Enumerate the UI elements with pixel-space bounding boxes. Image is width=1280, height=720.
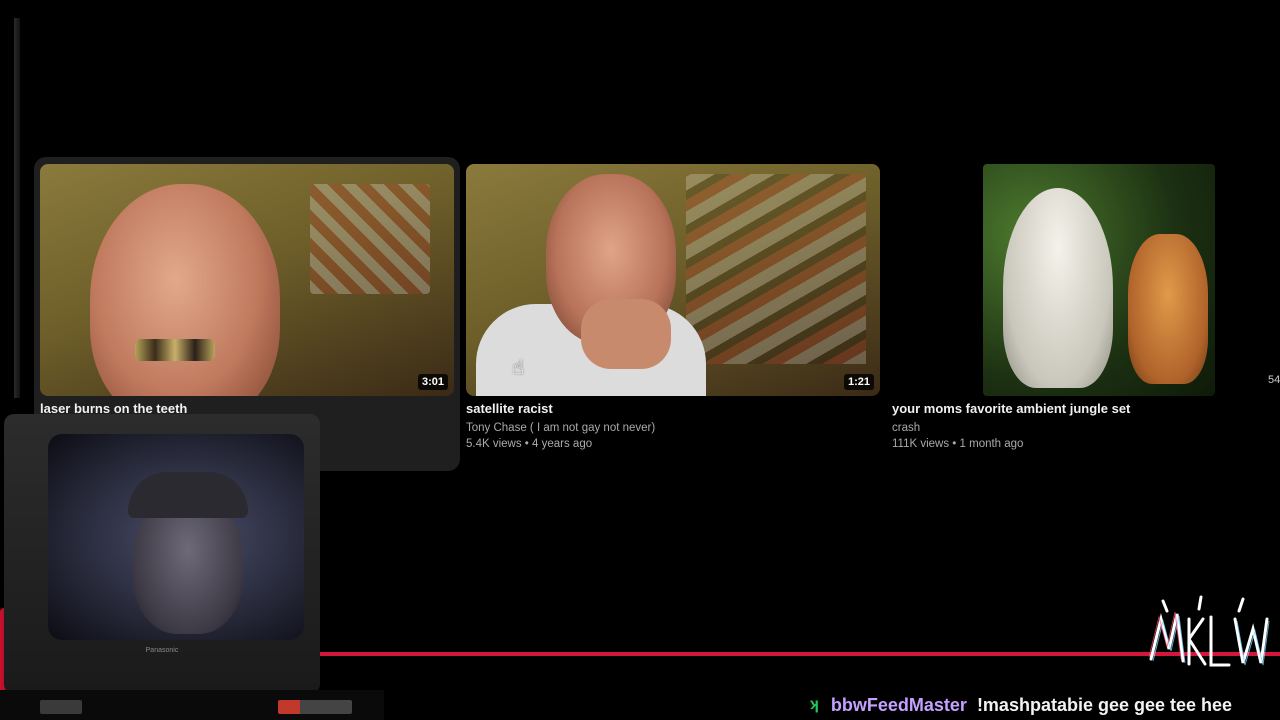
video-duration: 1:21 — [843, 374, 874, 390]
video-channel-2[interactable]: Tony Chase ( I am not gay not never) — [466, 422, 655, 434]
video-thumbnail-2[interactable]: 1:21 — [466, 164, 880, 396]
logo-graphic-icon — [1148, 595, 1270, 667]
thumbnail-pointing-hand — [581, 299, 671, 369]
thumbnail-face — [90, 184, 280, 396]
tv-control-panel — [40, 700, 82, 714]
mouse-cursor-icon: ☝ — [512, 357, 525, 379]
webcam-feed — [48, 434, 304, 640]
video-title-3[interactable]: your moms favorite ambient jungle set — [892, 401, 1130, 416]
thumbnail-detail — [686, 174, 866, 364]
video-channel-3[interactable]: crash — [892, 422, 920, 434]
chat-message: ʞ bbwFeedMaster !mashpatabie gee gee tee… — [810, 692, 1232, 718]
webcam-tv-frame: Panasonic — [4, 414, 320, 694]
streamer-logo — [1140, 586, 1276, 692]
kick-icon: ʞ — [810, 696, 819, 713]
thumbnail-statue — [1003, 188, 1113, 388]
stream-scene: 3:01 laser burns on the teeth 1:21 satel… — [0, 0, 1280, 720]
thumbnail-detail — [310, 184, 430, 294]
accent-divider-line — [320, 652, 1280, 656]
thumbnail-cat — [1128, 234, 1208, 384]
video-duration: 3:01 — [417, 374, 448, 390]
video-thumbnail-1[interactable]: 3:01 — [40, 164, 454, 396]
offscreen-duration: 54 — [1268, 374, 1280, 386]
tv-brand-label: Panasonic — [145, 647, 179, 654]
thumbnail-teeth — [135, 339, 215, 361]
video-thumbnail-3[interactable] — [983, 164, 1215, 396]
chat-username[interactable]: bbwFeedMaster — [831, 695, 967, 716]
tv-indicator — [278, 700, 352, 714]
video-meta-3: 111K views • 1 month ago — [892, 438, 1024, 450]
webcam-cap — [128, 472, 248, 518]
video-title-2[interactable]: satellite racist — [466, 401, 553, 416]
video-meta-2: 5.4K views • 4 years ago — [466, 438, 593, 450]
left-divider — [14, 18, 20, 398]
chat-message-text: !mashpatabie gee gee tee hee — [976, 694, 1233, 715]
